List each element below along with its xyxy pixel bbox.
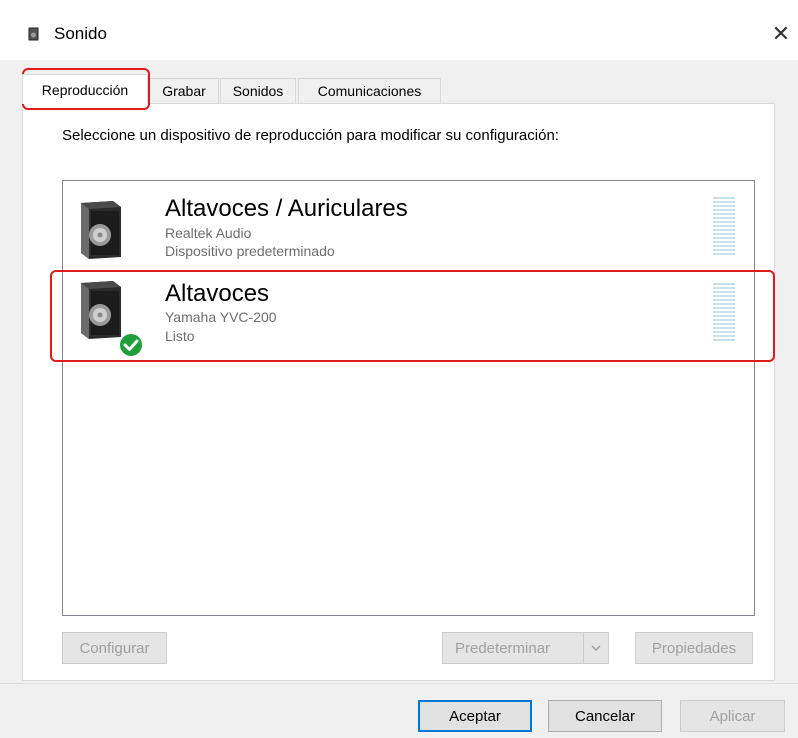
cancel-button-label: Cancelar: [574, 707, 636, 725]
volume-meter: [713, 197, 735, 257]
tab-grabar[interactable]: Grabar: [149, 78, 219, 103]
device-item-altavoces[interactable]: Altavoces Yamaha YVC-200 Listo: [63, 275, 754, 359]
properties-button[interactable]: Propiedades: [635, 632, 753, 664]
cancel-button[interactable]: Cancelar: [548, 700, 662, 732]
title-bar: Sonido ✕: [0, 0, 798, 60]
check-icon: [118, 332, 144, 358]
device-item-altavoces-auriculares[interactable]: Altavoces / Auriculares Realtek Audio Di…: [63, 187, 754, 271]
speaker-title-icon: [28, 27, 39, 41]
window-title: Sonido: [54, 24, 107, 43]
tab-reproduccion[interactable]: Reproducción: [22, 74, 148, 104]
configure-button-label: Configurar: [79, 639, 150, 657]
device-list[interactable]: Altavoces / Auriculares Realtek Audio Di…: [62, 180, 755, 616]
instruction-text: Seleccione un dispositivo de reproducció…: [62, 127, 559, 144]
apply-button[interactable]: Aplicar: [680, 700, 785, 732]
configure-button[interactable]: Configurar: [62, 632, 167, 664]
close-icon[interactable]: ✕: [764, 14, 798, 54]
ok-button[interactable]: Aceptar: [418, 700, 532, 732]
device-status: Listo: [165, 328, 195, 344]
speaker-icon: [81, 201, 121, 259]
device-driver: Realtek Audio: [165, 225, 252, 241]
tab-comunicaciones[interactable]: Comunicaciones: [298, 78, 441, 103]
device-status: Dispositivo predeterminado: [165, 243, 335, 259]
properties-button-label: Propiedades: [651, 639, 737, 657]
set-default-button[interactable]: Predeterminar: [442, 632, 609, 664]
device-driver: Yamaha YVC-200: [165, 309, 277, 325]
tab-sonidos[interactable]: Sonidos: [220, 78, 296, 103]
sound-dialog: Sonido ✕ Reproducción Grabar Sonidos Com…: [0, 0, 798, 738]
set-default-button-label: Predeterminar: [455, 639, 551, 657]
device-name: Altavoces / Auriculares: [165, 195, 408, 222]
footer-separator: [0, 683, 798, 684]
device-name: Altavoces: [165, 280, 270, 307]
volume-meter: [713, 283, 735, 343]
apply-button-label: Aplicar: [709, 707, 756, 725]
ok-button-label: Aceptar: [449, 707, 501, 725]
chevron-down-icon[interactable]: [583, 633, 608, 663]
